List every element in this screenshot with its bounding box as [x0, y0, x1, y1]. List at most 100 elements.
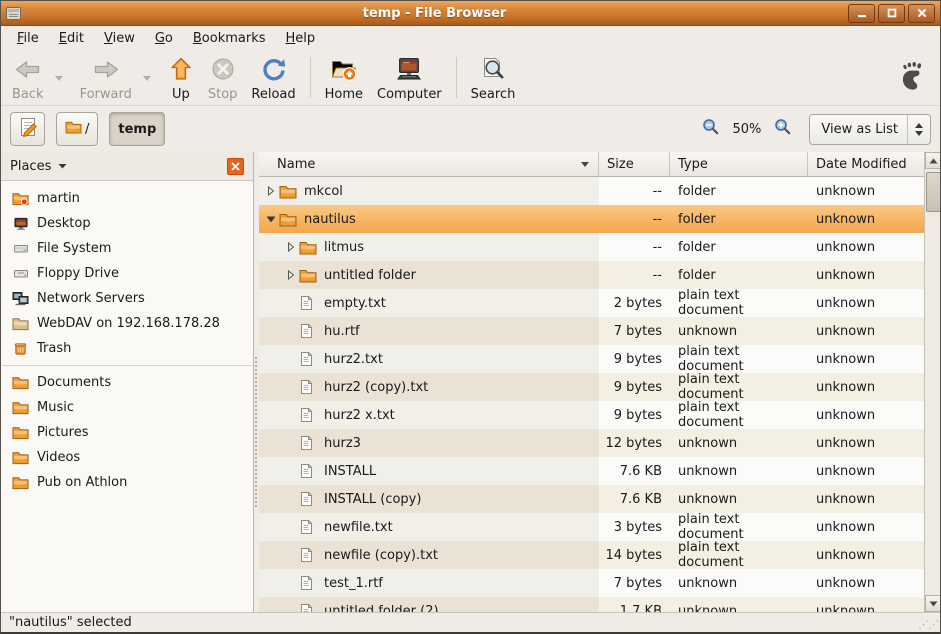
sidebar-item-trash[interactable]: Trash: [1, 336, 253, 361]
sidebar-item-martin[interactable]: martin: [1, 186, 253, 211]
sidebar-item-label: Trash: [37, 341, 71, 356]
file-size: 9 bytes: [599, 401, 670, 429]
forward-button[interactable]: Forward: [73, 53, 139, 103]
resize-grip[interactable]: ⋰⋰: [918, 618, 938, 631]
column-header-size[interactable]: Size: [599, 152, 670, 176]
file-icon: [299, 547, 318, 563]
folder-icon: [12, 475, 29, 490]
sort-descending-icon: [580, 161, 590, 168]
file-date-modified: unknown: [808, 513, 924, 541]
zoom-in-icon[interactable]: [774, 118, 792, 140]
file-size: --: [599, 177, 670, 205]
file-date-modified: unknown: [808, 289, 924, 317]
file-name: newfile.txt: [324, 520, 393, 535]
sidebar-item-file-system[interactable]: File System: [1, 236, 253, 261]
view-selector[interactable]: View as List: [809, 114, 931, 145]
file-date-modified: unknown: [808, 373, 924, 401]
maximize-button[interactable]: [878, 4, 905, 23]
reload-button[interactable]: Reload: [244, 53, 302, 103]
pane-resize-handle[interactable]: [254, 152, 259, 612]
sidebar-item-floppy-drive[interactable]: Floppy Drive: [1, 261, 253, 286]
menu-help[interactable]: Help: [276, 28, 326, 49]
trash-icon: [12, 341, 29, 356]
sidebar-close-button[interactable]: [227, 158, 244, 175]
desktop-icon: [12, 216, 29, 231]
file-name: newfile (copy).txt: [324, 548, 438, 563]
file-name: hurz3: [324, 436, 361, 451]
expander-collapsed-icon[interactable]: [283, 241, 299, 253]
file-type: plain text document: [670, 513, 808, 541]
menu-edit[interactable]: Edit: [49, 28, 94, 49]
expander-collapsed-icon[interactable]: [283, 269, 299, 281]
menu-view[interactable]: View: [94, 28, 145, 49]
close-button[interactable]: [908, 4, 935, 23]
file-row-test-1-rtf[interactable]: test_1.rtf7 bytesunknownunknown: [259, 569, 924, 597]
file-row-empty-txt[interactable]: empty.txt2 bytesplain text documentunkno…: [259, 289, 924, 317]
file-name: litmus: [324, 240, 364, 255]
file-icon: [299, 379, 318, 395]
back-history-dropdown[interactable]: [51, 74, 67, 82]
file-row-hu-rtf[interactable]: hu.rtf7 bytesunknownunknown: [259, 317, 924, 345]
file-row-newfile-txt[interactable]: newfile.txt3 bytesplain text documentunk…: [259, 513, 924, 541]
sidebar-item-videos[interactable]: Videos: [1, 445, 253, 470]
vertical-scrollbar[interactable]: [924, 152, 941, 612]
expander-collapsed-icon[interactable]: [263, 185, 279, 197]
forward-history-dropdown[interactable]: [139, 74, 155, 82]
sidebar-item-documents[interactable]: Documents: [1, 370, 253, 395]
menu-bookmarks[interactable]: Bookmarks: [183, 28, 276, 49]
file-row-install[interactable]: INSTALL7.6 KBunknownunknown: [259, 457, 924, 485]
scrollbar-thumb[interactable]: [926, 172, 941, 212]
file-row-hurz2-x-txt[interactable]: hurz2 x.txt9 bytesplain text documentunk…: [259, 401, 924, 429]
root-folder-button[interactable]: /: [56, 112, 98, 146]
minimize-button[interactable]: [848, 4, 875, 23]
folder-icon: [12, 375, 29, 390]
file-date-modified: unknown: [808, 429, 924, 457]
places-selector[interactable]: Places: [10, 159, 51, 174]
sidebar-item-pictures[interactable]: Pictures: [1, 420, 253, 445]
expander-expanded-icon[interactable]: [263, 213, 279, 225]
edit-location-button[interactable]: [10, 112, 45, 146]
sidebar-list: martinDesktopFile SystemFloppy DriveNetw…: [1, 181, 253, 495]
file-row-mkcol[interactable]: mkcol--folderunknown: [259, 177, 924, 205]
file-row-install-copy-[interactable]: INSTALL (copy)7.6 KBunknownunknown: [259, 485, 924, 513]
file-row-hurz3[interactable]: hurz312 bytesunknownunknown: [259, 429, 924, 457]
file-name: hu.rtf: [324, 324, 360, 339]
sidebar-item-desktop[interactable]: Desktop: [1, 211, 253, 236]
file-name: untitled folder: [324, 268, 416, 283]
file-row-untitled-folder[interactable]: untitled folder--folderunknown: [259, 261, 924, 289]
file-row-nautilus[interactable]: nautilus--folderunknown: [259, 205, 924, 233]
file-row-hurz2-txt[interactable]: hurz2.txt9 bytesplain text documentunkno…: [259, 345, 924, 373]
computer-button[interactable]: Computer: [370, 53, 449, 103]
sidebar-item-music[interactable]: Music: [1, 395, 253, 420]
menu-go[interactable]: Go: [145, 28, 183, 49]
column-header-type[interactable]: Type: [670, 152, 808, 176]
stop-button[interactable]: Stop: [201, 53, 245, 103]
search-button[interactable]: Search: [464, 53, 523, 103]
up-button[interactable]: Up: [161, 53, 201, 103]
scrollbar-track[interactable]: [925, 169, 941, 595]
path-button-temp[interactable]: temp: [109, 112, 165, 146]
file-type: plain text document: [670, 345, 808, 373]
menu-file[interactable]: File: [7, 28, 49, 49]
home-button[interactable]: Home: [318, 53, 370, 103]
column-header-name[interactable]: Name: [259, 152, 599, 176]
folder-icon: [279, 184, 298, 199]
statusbar: "nautilus" selected ⋰⋰: [1, 612, 940, 632]
scroll-up-button[interactable]: [925, 152, 941, 169]
file-row-hurz2-copy-txt[interactable]: hurz2 (copy).txt9 bytesplain text docume…: [259, 373, 924, 401]
titlebar[interactable]: temp - File Browser: [1, 1, 940, 26]
zoom-out-icon[interactable]: [702, 118, 720, 140]
column-header-date-modified[interactable]: Date Modified: [808, 152, 924, 176]
folder-icon: [299, 240, 318, 255]
file-list-rows: mkcol--folderunknownnautilus--folderunkn…: [259, 177, 924, 612]
file-row-untitled-folder-2-[interactable]: untitled folder (2)1.7 KBunknownunknown: [259, 597, 924, 612]
sidebar-item-pub-on-athlon[interactable]: Pub on Athlon: [1, 470, 253, 495]
file-row-newfile-copy-txt[interactable]: newfile (copy).txt14 bytesplain text doc…: [259, 541, 924, 569]
file-row-litmus[interactable]: litmus--folderunknown: [259, 233, 924, 261]
file-size: 7.6 KB: [599, 485, 670, 513]
back-button[interactable]: Back: [5, 53, 51, 103]
file-icon: [299, 407, 318, 423]
scroll-down-button[interactable]: [925, 595, 941, 612]
sidebar-item-network-servers[interactable]: Network Servers: [1, 286, 253, 311]
sidebar-item-webdav-on-192-168-178-28[interactable]: WebDAV on 192.168.178.28: [1, 311, 253, 336]
